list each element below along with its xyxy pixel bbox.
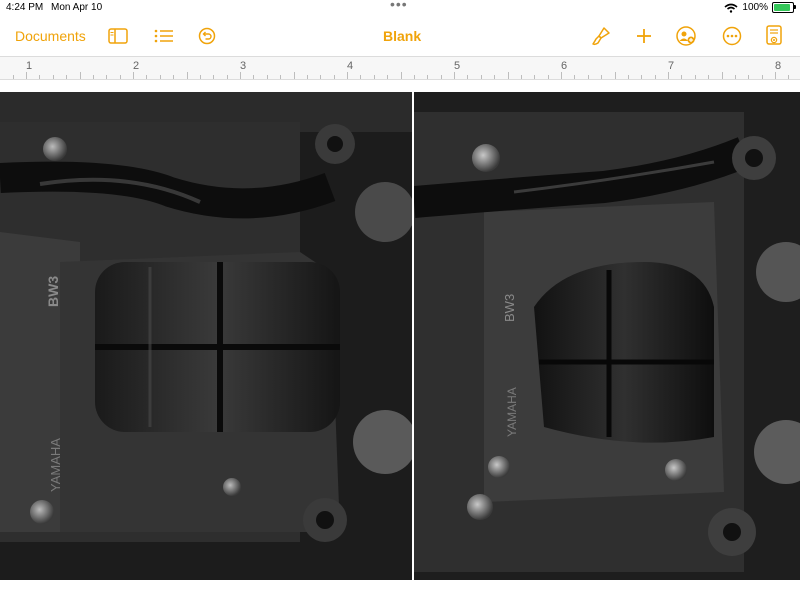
- document-view-icon[interactable]: [763, 25, 785, 47]
- ruler-tick: [307, 75, 308, 79]
- ruler-tick: [120, 75, 121, 79]
- ruler-tick: [641, 75, 642, 79]
- documents-button[interactable]: Documents: [15, 28, 86, 44]
- ruler-tick: [414, 75, 415, 79]
- ruler-tick: [454, 72, 455, 79]
- ruler-tick: [53, 75, 54, 79]
- ruler-tick: [534, 75, 535, 79]
- ruler-tick: [374, 75, 375, 79]
- document-title[interactable]: Blank: [383, 28, 421, 44]
- undo-icon[interactable]: [196, 25, 218, 47]
- ruler-tick: [775, 72, 776, 79]
- ruler-tick: [655, 75, 656, 79]
- ruler-tick: [227, 75, 228, 79]
- ruler-tick: [80, 72, 81, 79]
- ruler-tick: [253, 75, 254, 79]
- ruler[interactable]: 1 2 3 4 5 6 7 8: [0, 56, 800, 80]
- ruler-mark: 2: [133, 60, 140, 72]
- ruler-tick: [427, 75, 428, 79]
- ruler-tick: [481, 75, 482, 79]
- ruler-tick: [628, 75, 629, 79]
- ruler-tick: [187, 72, 188, 79]
- plus-icon[interactable]: [633, 25, 655, 47]
- ruler-tick: [93, 75, 94, 79]
- photo-right[interactable]: BW3 YAMAHA: [414, 92, 800, 600]
- ruler-tick: [548, 75, 549, 79]
- ruler-tick: [588, 75, 589, 79]
- ruler-mark: 6: [561, 60, 568, 72]
- sidebar-icon[interactable]: [107, 25, 129, 47]
- toolbar: Documents Blank: [0, 16, 800, 54]
- ruler-tick: [360, 75, 361, 79]
- wifi-icon: [724, 3, 738, 13]
- ruler-tick: [334, 75, 335, 79]
- status-bar: 4:24 PM Mon Apr 10 ••• 100%: [0, 0, 800, 16]
- ruler-tick: [708, 75, 709, 79]
- ruler-mark: 3: [240, 60, 247, 72]
- status-time: 4:24 PM: [6, 2, 44, 13]
- ruler-tick: [788, 75, 789, 79]
- ruler-tick: [66, 75, 67, 79]
- ruler-mark: 7: [668, 60, 675, 72]
- ruler-tick: [387, 75, 388, 79]
- page-bottom: [0, 580, 800, 600]
- ruler-tick: [200, 75, 201, 79]
- ruler-tick: [615, 72, 616, 79]
- ruler-tick: [681, 75, 682, 79]
- photo-left[interactable]: BW3 YAMAHA: [0, 92, 412, 580]
- ruler-tick: [601, 75, 602, 79]
- ruler-mark: 5: [454, 60, 461, 72]
- ruler-tick: [160, 75, 161, 79]
- ruler-tick: [280, 75, 281, 79]
- ruler-tick: [508, 72, 509, 79]
- ruler-tick: [722, 72, 723, 79]
- right-part-code: BW3: [502, 294, 517, 322]
- ruler-tick: [762, 75, 763, 79]
- ruler-tick: [574, 75, 575, 79]
- ruler-tick: [441, 75, 442, 79]
- battery-percent: 100%: [742, 2, 768, 13]
- ruler-tick: [668, 72, 669, 79]
- ruler-tick: [106, 75, 107, 79]
- ruler-tick: [347, 72, 348, 79]
- ruler-mark: 1: [26, 60, 33, 72]
- ruler-tick: [133, 72, 134, 79]
- ruler-tick: [320, 75, 321, 79]
- ruler-mark: 8: [775, 60, 782, 72]
- ruler-tick: [521, 75, 522, 79]
- ruler-tick: [494, 75, 495, 79]
- ruler-tick: [267, 75, 268, 79]
- multitasking-dots-icon[interactable]: •••: [390, 0, 408, 12]
- ruler-tick: [13, 75, 14, 79]
- left-brand: YAMAHA: [48, 438, 63, 492]
- ruler-mark: 4: [347, 60, 354, 72]
- battery-icon: [772, 2, 796, 13]
- more-icon[interactable]: [721, 25, 743, 47]
- ruler-tick: [695, 75, 696, 79]
- ruler-tick: [173, 75, 174, 79]
- ruler-tick: [146, 75, 147, 79]
- status-date: Mon Apr 10: [51, 2, 103, 13]
- ruler-tick: [561, 72, 562, 79]
- ruler-tick: [467, 75, 468, 79]
- ruler-tick: [240, 72, 241, 79]
- ruler-tick: [735, 75, 736, 79]
- ruler-tick: [294, 72, 295, 79]
- ruler-tick: [401, 72, 402, 79]
- ruler-tick: [26, 72, 27, 79]
- ruler-tick: [748, 75, 749, 79]
- left-part-code: BW3: [45, 276, 61, 307]
- status-right: 100%: [724, 2, 796, 13]
- ruler-tick: [39, 75, 40, 79]
- collaborate-icon[interactable]: [675, 25, 697, 47]
- ruler-tick: [213, 75, 214, 79]
- list-icon[interactable]: [153, 25, 175, 47]
- paintbrush-icon[interactable]: [590, 25, 612, 47]
- right-brand: YAMAHA: [505, 387, 519, 437]
